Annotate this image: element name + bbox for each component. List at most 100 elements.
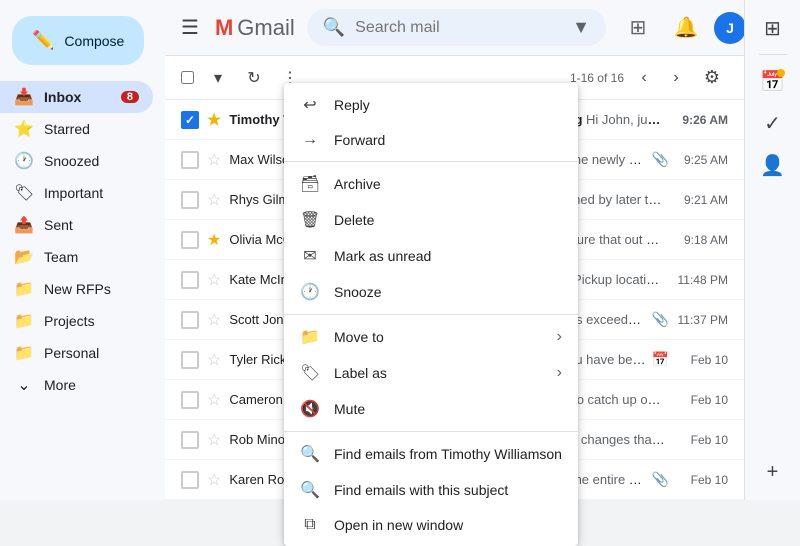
search-input[interactable] <box>355 19 562 37</box>
avatar[interactable]: J <box>714 12 744 44</box>
sent-icon: 📤 <box>14 215 34 235</box>
email-checkbox[interactable] <box>181 391 199 409</box>
sidebar-item-newrfps[interactable]: 📁 New RFPs <box>0 273 153 305</box>
gmail-text: Gmail <box>237 15 294 41</box>
email-checkbox[interactable] <box>181 231 199 249</box>
menu-item-snooze[interactable]: 🕐 Snooze <box>284 274 578 310</box>
compose-icon: ✏️ <box>32 30 54 51</box>
refresh-btn[interactable]: ↻ <box>238 62 270 94</box>
settings-btn[interactable]: ⚙ <box>696 62 728 94</box>
email-time: 9:18 AM <box>673 233 728 247</box>
next-page-btn[interactable]: › <box>660 62 692 94</box>
email-checkbox[interactable] <box>181 191 199 209</box>
menu-icon-mute: 🔇 <box>300 399 320 419</box>
sidebar-item-personal[interactable]: 📁 Personal <box>0 337 153 369</box>
menu-item-reply[interactable]: ↩ Reply <box>284 87 578 123</box>
right-contacts-icon[interactable]: 👤 <box>753 145 793 185</box>
gmail-logo: M Gmail <box>215 15 295 41</box>
email-checkbox[interactable] <box>181 151 199 169</box>
sidebar-item-starred[interactable]: ⭐ Starred <box>0 113 153 145</box>
sidebar-item-more[interactable]: ⌄ More <box>0 369 153 401</box>
star-icon[interactable]: ☆ <box>207 390 221 410</box>
sidebar-item-label: Important <box>44 185 103 201</box>
star-icon[interactable]: ☆ <box>207 270 221 290</box>
apps-icon[interactable]: ⊞ <box>618 8 658 48</box>
menu-item-move-to[interactable]: 📁 Move to › <box>284 319 578 355</box>
sidebar-item-important[interactable]: 🏷 Important <box>0 177 153 209</box>
menu-label-mute: Mute <box>334 401 562 417</box>
sidebar-item-label: Projects <box>44 313 95 329</box>
star-icon[interactable]: ☆ <box>207 190 221 210</box>
topbar: ☰ M Gmail 🔍 ▼ ⊞ 🔔 J <box>165 0 744 56</box>
page-nav: ‹ › <box>628 62 692 94</box>
menu-item-delete[interactable]: 🗑 Delete <box>284 202 578 238</box>
topbar-icons: ⊞ 🔔 J <box>618 8 744 48</box>
menu-item-label-as[interactable]: 🏷 Label as › <box>284 355 578 391</box>
email-icons: 📅 <box>652 351 669 368</box>
menu-icon-find-subject: 🔍 <box>300 480 320 500</box>
menu-item-forward[interactable]: → Forward <box>284 123 578 157</box>
sidebar-item-inbox[interactable]: 📥 Inbox 8 <box>0 81 153 113</box>
sidebar-item-snoozed[interactable]: 🕐 Snoozed <box>0 145 153 177</box>
star-icon[interactable]: ☆ <box>207 470 221 490</box>
star-icon[interactable]: ☆ <box>207 350 221 370</box>
email-icons: 📎 <box>652 471 669 488</box>
menu-item-mark-unread[interactable]: ✉ Mark as unread <box>284 238 578 274</box>
menu-label-move-to: Move to <box>334 329 543 345</box>
select-all-checkbox[interactable] <box>181 71 194 84</box>
sidebar: ✏️ Compose 📥 Inbox 8 ⭐ Starred 🕐 Snoozed… <box>0 0 165 500</box>
menu-icon-open-window: ⧉ <box>300 516 320 534</box>
team-icon: 📂 <box>14 247 34 267</box>
star-icon[interactable]: ☆ <box>207 310 221 330</box>
menu-item-find-subject[interactable]: 🔍 Find emails with this subject <box>284 472 578 508</box>
more-icon: ⌄ <box>14 375 34 395</box>
email-checkbox[interactable] <box>181 271 199 289</box>
menu-item-find-from[interactable]: 🔍 Find emails from Timothy Williamson <box>284 436 578 472</box>
star-icon[interactable]: ★ <box>207 230 221 250</box>
search-bar[interactable]: 🔍 ▼ <box>307 9 606 46</box>
hamburger-icon[interactable]: ☰ <box>181 15 199 40</box>
email-icons: 📎 <box>652 311 669 328</box>
right-tasks-icon[interactable]: ✓ <box>753 103 793 143</box>
sidebar-item-projects[interactable]: 📁 Projects <box>0 305 153 337</box>
star-icon[interactable]: ☆ <box>207 150 221 170</box>
select-dropdown-btn[interactable]: ▾ <box>202 62 234 94</box>
sidebar-item-label: Personal <box>44 345 99 361</box>
star-icon[interactable]: ★ <box>207 110 221 130</box>
email-checkbox[interactable] <box>181 471 199 489</box>
newrfps-icon: 📁 <box>14 279 34 299</box>
email-time: 11:37 PM <box>673 313 728 327</box>
sidebar-item-label: Sent <box>44 217 73 233</box>
email-checkbox[interactable] <box>181 311 199 329</box>
menu-label-find-subject: Find emails with this subject <box>334 482 562 498</box>
email-time: 9:25 AM <box>673 153 728 167</box>
menu-divider <box>284 161 578 162</box>
menu-label-snooze: Snooze <box>334 284 562 300</box>
attachment-icon: 📎 <box>652 311 669 328</box>
email-checkbox[interactable]: ✓ <box>181 111 199 129</box>
menu-icon-snooze: 🕐 <box>300 282 320 302</box>
email-checkbox[interactable] <box>181 431 199 449</box>
menu-item-archive[interactable]: 🗃 Archive <box>284 166 578 202</box>
prev-page-btn[interactable]: ‹ <box>628 62 660 94</box>
right-apps-icon[interactable]: ⊞ <box>753 8 793 48</box>
sidebar-item-team[interactable]: 📂 Team <box>0 241 153 273</box>
sidebar-item-sent[interactable]: 📤 Sent <box>0 209 153 241</box>
menu-icon-reply: ↩ <box>300 95 320 115</box>
email-time: 11:48 PM <box>673 273 728 287</box>
compose-button[interactable]: ✏️ Compose <box>12 16 144 65</box>
menu-label-open-window: Open in new window <box>334 517 562 533</box>
notifications-icon[interactable]: 🔔 <box>666 8 706 48</box>
menu-divider <box>284 431 578 432</box>
search-dropdown-icon[interactable]: ▼ <box>572 17 590 38</box>
email-time: Feb 10 <box>673 433 728 447</box>
right-calendar-icon[interactable]: 📅 <box>753 61 793 101</box>
email-checkbox[interactable] <box>181 351 199 369</box>
menu-item-mute[interactable]: 🔇 Mute <box>284 391 578 427</box>
email-time: 9:26 AM <box>673 113 728 127</box>
gmail-m-letter: M <box>215 15 233 41</box>
menu-item-open-window[interactable]: ⧉ Open in new window <box>284 508 578 542</box>
star-icon[interactable]: ☆ <box>207 430 221 450</box>
sidebar-item-label: Team <box>44 249 78 265</box>
right-add-icon[interactable]: + <box>753 452 793 492</box>
